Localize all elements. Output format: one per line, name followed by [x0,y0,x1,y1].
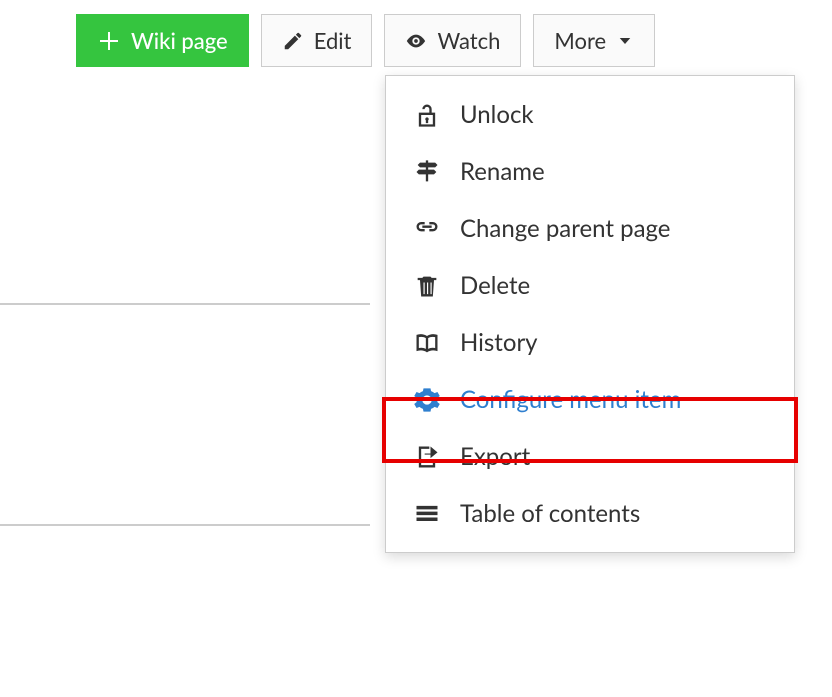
book-icon [412,329,442,357]
export-icon [412,443,442,471]
dropdown-item-unlock[interactable]: Unlock [386,86,794,143]
dropdown-item-change-parent[interactable]: Change parent page [386,200,794,257]
dropdown-item-history[interactable]: History [386,314,794,371]
dropdown-item-label: Rename [460,157,545,186]
link-icon [412,215,442,243]
dropdown-item-label: Unlock [460,100,534,129]
dropdown-item-label: Change parent page [460,214,670,243]
dropdown-item-delete[interactable]: Delete [386,257,794,314]
more-label: More [554,27,606,54]
dropdown-item-configure-menu[interactable]: Configure menu item [386,371,794,428]
dropdown-item-label: Export [460,442,530,471]
dropdown-item-toc[interactable]: Table of contents [386,485,794,542]
more-dropdown: Unlock Rename Change parent page Delete … [385,75,795,553]
trash-icon [412,272,442,300]
dropdown-item-rename[interactable]: Rename [386,143,794,200]
edit-label: Edit [314,27,352,54]
list-icon [412,500,442,528]
divider-line [0,524,370,526]
wiki-page-button[interactable]: Wiki page [76,14,249,67]
gear-icon [412,386,442,414]
more-button[interactable]: More [533,14,655,67]
edit-button[interactable]: Edit [261,14,373,67]
dropdown-item-label: Configure menu item [460,385,681,414]
eye-icon [405,30,427,52]
plus-icon [97,29,121,53]
caret-down-icon [616,32,634,50]
dropdown-item-label: Table of contents [460,499,640,528]
wiki-page-label: Wiki page [131,27,228,54]
dropdown-item-export[interactable]: Export [386,428,794,485]
unlock-icon [412,101,442,129]
dropdown-item-label: History [460,328,538,357]
watch-label: Watch [437,27,500,54]
dropdown-item-label: Delete [460,271,530,300]
toolbar: Wiki page Edit Watch More [0,0,832,67]
pencil-icon [282,30,304,52]
signpost-icon [412,158,442,186]
divider-line [0,303,370,305]
watch-button[interactable]: Watch [384,14,521,67]
